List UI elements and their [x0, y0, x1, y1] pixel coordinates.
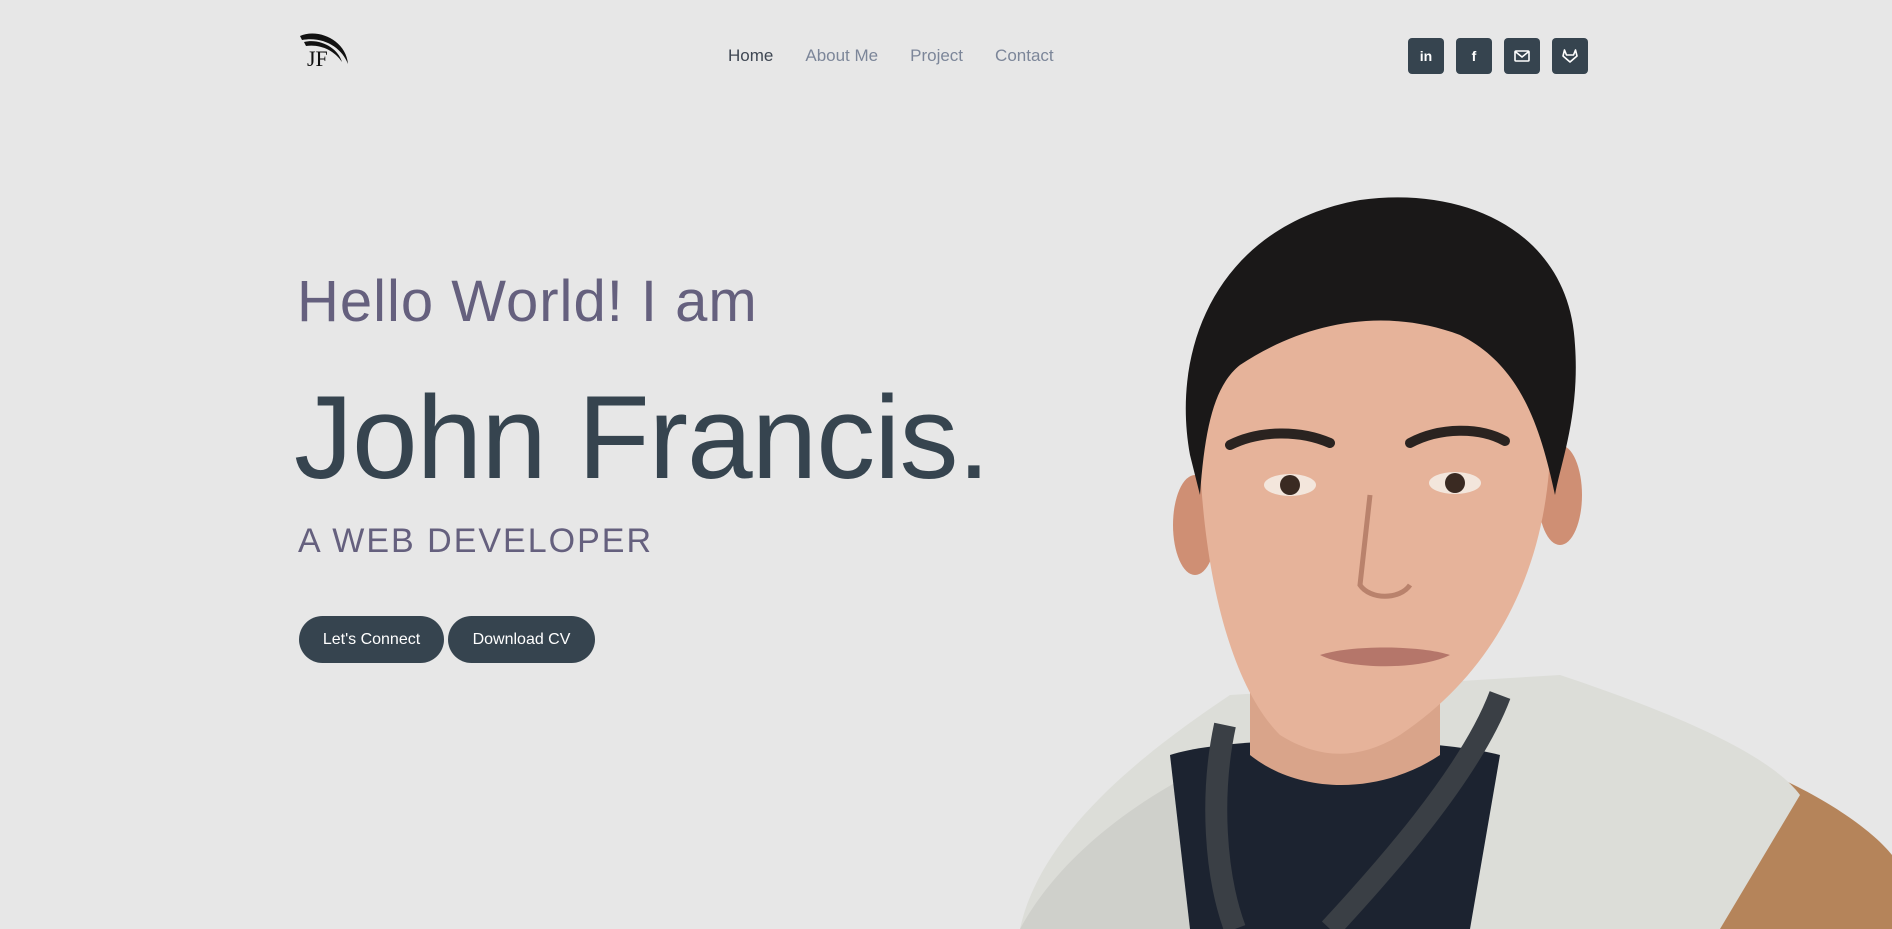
nav-about-me[interactable]: About Me [805, 46, 878, 66]
email-icon [1514, 50, 1530, 62]
linkedin-button[interactable]: in [1408, 38, 1444, 74]
nav-contact[interactable]: Contact [995, 46, 1054, 66]
hero-name: John Francis. [294, 372, 990, 504]
facebook-button[interactable]: f [1456, 38, 1492, 74]
email-button[interactable] [1504, 38, 1540, 74]
facebook-icon: f [1471, 48, 1477, 64]
logo[interactable]: JF [298, 30, 350, 80]
logo-text: JF [307, 46, 328, 71]
hero-greeting: Hello World! I am [297, 269, 758, 334]
social-links: in f [1408, 38, 1588, 74]
logo-mark: JF [300, 33, 348, 71]
nav-home[interactable]: Home [728, 46, 773, 66]
portrait-image [1020, 197, 1892, 929]
hero-role: A WEB DEVELOPER [298, 522, 653, 560]
gitlab-icon [1562, 49, 1578, 63]
hero-actions: Let's Connect Download CV [299, 616, 595, 663]
main-nav: Home About Me Project Contact [728, 46, 1054, 66]
gitlab-button[interactable] [1552, 38, 1588, 74]
linkedin-icon: in [1419, 48, 1433, 64]
download-cv-button[interactable]: Download CV [448, 616, 595, 663]
lets-connect-button[interactable]: Let's Connect [299, 616, 444, 663]
nav-project[interactable]: Project [910, 46, 963, 66]
